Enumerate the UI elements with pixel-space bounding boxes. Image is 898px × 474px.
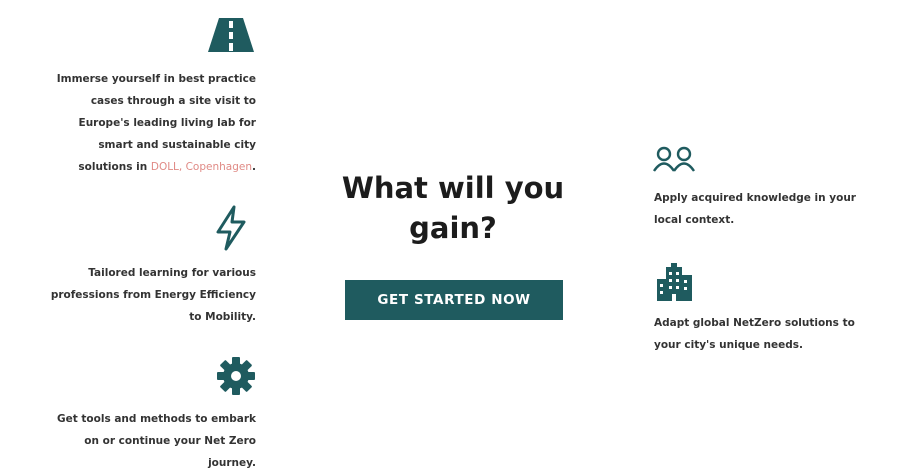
gear-icon: [216, 356, 256, 396]
feature-line: Apply acquired knowledge in your: [654, 192, 856, 204]
feature-line: your city's unique needs.: [654, 339, 803, 351]
feature-line: Get tools and methods to embark: [56, 413, 256, 425]
section-heading: What will you gain?: [318, 168, 588, 248]
feature-line: Immerse yourself in best practice: [56, 73, 256, 85]
feature-adapt-solutions-text: Adapt global NetZero solutions to your c…: [654, 312, 898, 356]
dol-copenhagen-link[interactable]: DOLL, Copenhagen: [151, 161, 252, 173]
feature-line-prefix: solutions in: [78, 161, 151, 173]
feature-line: solutions in DOLL, Copenhagen.: [0, 156, 256, 178]
feature-tools-methods-text: Get tools and methods to embark on or co…: [0, 408, 256, 474]
feature-line: Europe's leading living lab for: [78, 117, 256, 129]
feature-line: Tailored learning for various: [88, 267, 256, 279]
feature-line: to Mobility.: [189, 311, 256, 323]
lightning-icon: [214, 205, 248, 251]
heading-line: What will you: [341, 171, 565, 205]
feature-line: on or continue your Net Zero: [84, 435, 256, 447]
feature-line: professions from Energy Efficiency: [50, 289, 256, 301]
feature-apply-knowledge-text: Apply acquired knowledge in your local c…: [654, 187, 898, 231]
feature-line-suffix: .: [252, 161, 256, 173]
city-buildings-icon: [656, 263, 696, 303]
road-icon: [208, 18, 254, 52]
feature-line: smart and sustainable city: [98, 139, 256, 151]
feature-tailored-learning-text: Tailored learning for various profession…: [0, 262, 256, 328]
feature-site-visit-text: Immerse yourself in best practice cases …: [0, 68, 256, 178]
heading-line: gain?: [409, 211, 497, 245]
feature-line: local context.: [654, 214, 735, 226]
feature-line: journey.: [208, 457, 256, 469]
users-icon: [653, 146, 695, 172]
feature-line: cases through a site visit to: [90, 95, 256, 107]
get-started-button[interactable]: GET STARTED NOW: [345, 280, 563, 320]
feature-line: Adapt global NetZero solutions to: [654, 317, 855, 329]
